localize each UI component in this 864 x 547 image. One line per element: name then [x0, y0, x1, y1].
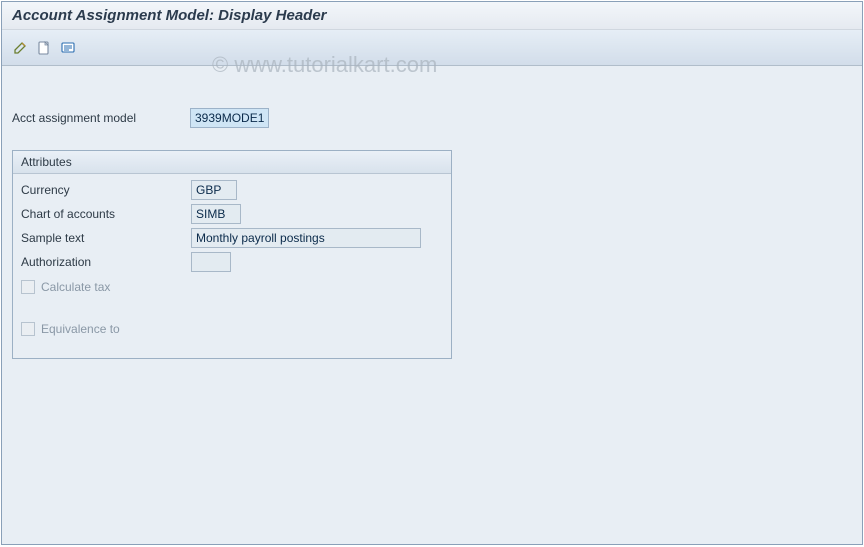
panel-body: Currency GBP Chart of accounts SIMB Samp… — [13, 174, 451, 358]
sample-label: Sample text — [21, 231, 191, 245]
page-title: Account Assignment Model: Display Header — [12, 7, 327, 24]
model-row: Acct assignment model 3939MODE1 — [12, 108, 852, 128]
calc-tax-row: Calculate tax — [21, 276, 443, 298]
sample-field[interactable]: Monthly payroll postings — [191, 228, 421, 248]
calc-tax-checkbox — [21, 280, 35, 294]
currency-field[interactable]: GBP — [191, 180, 237, 200]
content-area: Acct assignment model 3939MODE1 Attribut… — [2, 66, 862, 544]
create-icon[interactable] — [34, 38, 54, 58]
titlebar: Account Assignment Model: Display Header — [2, 2, 862, 30]
auth-row: Authorization — [21, 250, 443, 274]
equivalence-checkbox — [21, 322, 35, 336]
window: Account Assignment Model: Display Header — [1, 1, 863, 545]
currency-row: Currency GBP — [21, 178, 443, 202]
currency-label: Currency — [21, 183, 191, 197]
change-icon[interactable] — [10, 38, 30, 58]
equivalence-label: Equivalence to — [41, 322, 120, 336]
sample-row: Sample text Monthly payroll postings — [21, 226, 443, 250]
coa-field[interactable]: SIMB — [191, 204, 241, 224]
attributes-panel: Attributes Currency GBP Chart of account… — [12, 150, 452, 359]
auth-field[interactable] — [191, 252, 231, 272]
auth-label: Authorization — [21, 255, 191, 269]
spacer — [21, 298, 443, 316]
toolbar — [2, 30, 862, 66]
coa-label: Chart of accounts — [21, 207, 191, 221]
model-field[interactable]: 3939MODE1 — [190, 108, 269, 128]
detail-icon[interactable] — [58, 38, 78, 58]
equivalence-row: Equivalence to — [21, 318, 443, 340]
calc-tax-label: Calculate tax — [41, 280, 110, 294]
coa-row: Chart of accounts SIMB — [21, 202, 443, 226]
panel-title: Attributes — [13, 151, 451, 174]
model-label: Acct assignment model — [12, 111, 190, 125]
